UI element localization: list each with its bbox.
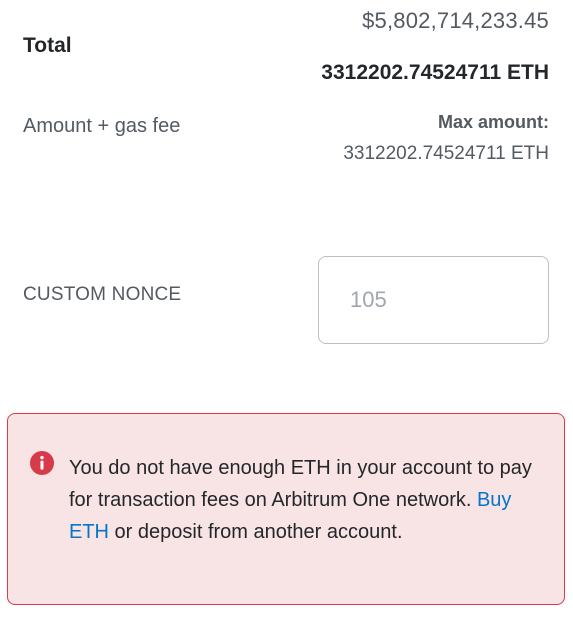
custom-nonce-input[interactable] <box>318 256 549 344</box>
error-message: You do not have enough ETH in your accou… <box>69 452 539 548</box>
insufficient-funds-error-banner: You do not have enough ETH in your accou… <box>7 413 565 605</box>
info-circle-icon <box>30 451 54 475</box>
error-message-text-before: You do not have enough ETH in your accou… <box>69 457 532 511</box>
total-usd-value: $5,802,714,233.45 <box>362 8 549 33</box>
max-amount-label: Max amount: <box>437 112 549 132</box>
total-eth-value: 3312202.74524711 ETH <box>321 61 549 84</box>
error-message-text-after: or deposit from another account. <box>109 521 403 543</box>
custom-nonce-label: CUSTOM NONCE <box>23 284 182 305</box>
amount-gas-fee-label: Amount + gas fee <box>23 115 181 137</box>
max-amount-value: 3312202.74524711 ETH <box>343 143 549 164</box>
total-label: Total <box>23 34 72 57</box>
